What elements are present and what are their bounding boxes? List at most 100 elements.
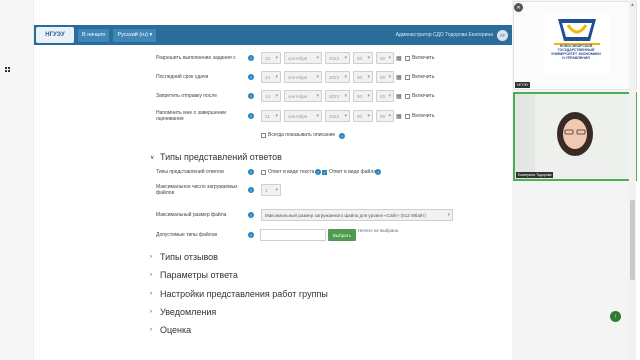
enable-checkbox[interactable] [405,113,410,119]
menu-toggle-icon[interactable] [4,66,10,72]
max-files-label: Максимальное число загружаемых файлов [156,184,238,196]
minute-select[interactable]: 00 [376,90,394,102]
day-select[interactable]: 10 [261,52,281,64]
hour-select[interactable]: 00 [353,52,373,64]
participant-tile-speaker[interactable]: Екатерина Тодорова [513,92,637,181]
accepted-types-label: Допустимые типы файлов [156,232,218,238]
chevron-right-icon: › [150,309,152,315]
submission-types-row: Типы представлений ответов ? Ответ в вид… [150,167,512,177]
text-submission-label: Ответ в виде текста [268,169,315,175]
month-select[interactable]: сентября [284,90,322,102]
section-title: Настройки представления работ группы [160,289,328,299]
hour-select[interactable]: 00 [353,90,373,102]
help-icon[interactable]: ? [248,212,254,218]
help-icon[interactable]: ? [248,74,254,80]
date-row-label: Запретить отправку после [156,93,217,99]
calendar-icon[interactable]: ▦ [396,113,402,120]
help-icon[interactable]: ? [248,169,254,175]
always-show-label: Всегда показывать описание [268,132,336,138]
calendar-icon[interactable]: ▦ [396,55,402,62]
month-select[interactable]: сентября [284,52,322,64]
calendar-icon[interactable]: ▦ [396,74,402,81]
help-icon[interactable]: ? [339,133,345,139]
file-submission-checkbox[interactable] [322,169,327,175]
date-row-allow-from: Разрешить выполнение задания с ? 10 сент… [150,51,512,65]
calendar-icon[interactable]: ▦ [396,93,402,100]
section-title: Типы представлений ответов [160,152,282,162]
speaker-video-icon [515,94,635,179]
year-select[interactable]: 2023 [325,71,350,83]
file-submission-label: Ответ в виде файла [329,169,377,175]
user-name[interactable]: Администратор СДО Тодорова Екатерина [396,32,493,38]
scrollbar[interactable]: ▲ [629,0,636,360]
help-icon[interactable]: ? [248,187,254,193]
scrollbar-thumb[interactable] [630,200,635,280]
avatar[interactable]: АТ [497,29,508,41]
enable-label: Включить [412,113,435,119]
day-select[interactable]: 14 [261,71,281,83]
home-button[interactable]: В начало [78,28,110,42]
section-submission-settings[interactable]: › Параметры ответа [150,270,238,280]
hour-select[interactable]: 00 [353,71,373,83]
choose-button[interactable]: Выбрать [328,229,356,241]
max-files-row: Максимальное число загружаемых файлов ? … [150,183,512,197]
year-select[interactable]: 2023 [325,110,350,122]
section-group-submission[interactable]: › Настройки представления работ группы [150,289,328,299]
section-title: Параметры ответа [160,270,238,280]
date-row-label: Разрешить выполнение задания с [156,55,236,61]
year-select[interactable]: 2023 [325,52,350,64]
help-icon[interactable]: ? [248,93,254,99]
chevron-right-icon: › [150,272,152,278]
max-size-select[interactable]: Максимальный размер загружаемого файла д… [261,209,453,221]
back-to-top-icon[interactable]: ↑ [610,311,621,322]
month-select[interactable]: сентября [284,110,322,122]
accepted-types-input[interactable] [260,229,326,241]
section-title: Уведомления [160,307,217,317]
language-menu[interactable]: Русский (ru) ▾ [113,28,157,42]
day-select[interactable]: 14 [261,90,281,102]
help-icon[interactable]: ? [248,55,254,61]
minute-select[interactable]: 00 [376,52,394,64]
section-notifications[interactable]: › Уведомления [150,307,216,317]
scroll-up-icon[interactable]: ▲ [629,2,636,8]
date-row-cutoff: Запретить отправку после ? 14 сентября 2… [150,89,512,103]
max-size-row: Максимальный размер файла ? Максимальный… [150,209,512,221]
help-icon[interactable]: ? [248,232,254,238]
section-submission-types[interactable]: ∨ Типы представлений ответов [150,152,282,162]
participant-tile-university[interactable]: НОВОСИБИРСКИЙ ГОСУДАРСТВЕННЫЙ УНИВЕРСИТЕ… [513,1,637,90]
enable-checkbox[interactable] [405,74,410,80]
enable-checkbox[interactable] [405,93,410,99]
year-select[interactable]: 2023 [325,90,350,102]
enable-label: Включить [412,74,435,80]
section-grade[interactable]: › Оценка [150,325,191,335]
text-submission-checkbox[interactable] [261,169,266,175]
date-row-remind: Напомнить мне о завершении оценивания ? … [150,108,512,124]
hour-select[interactable]: 00 [353,110,373,122]
always-show-checkbox[interactable] [261,133,266,138]
month-select[interactable]: сентября [284,71,322,83]
close-icon[interactable]: ✕ [514,3,523,12]
date-row-label: Напомнить мне о завершении оценивания [156,110,227,122]
chevron-right-icon: › [150,327,152,333]
chevron-down-icon: ∨ [150,154,155,161]
section-feedback-types[interactable]: › Типы отзывов [150,252,218,262]
enable-checkbox[interactable] [405,55,410,61]
enable-label: Включить [412,55,435,61]
max-size-label: Максимальный размер файла [156,212,227,218]
minute-select[interactable]: 00 [376,110,394,122]
date-row-due: Последний срок сдачи ? 14 сентября 2023 … [150,70,512,84]
assignment-settings-form: Разрешить выполнение задания с ? 10 сент… [150,46,512,360]
section-title: Типы отзывов [160,252,218,262]
site-logo[interactable]: НГУЭУ [36,27,74,43]
help-icon[interactable]: ? [315,169,321,175]
nothing-selected-text: Ничего не выбрано [358,228,399,233]
minute-select[interactable]: 00 [376,71,394,83]
day-select[interactable]: 21 [261,110,281,122]
max-files-select[interactable]: 1 [261,184,281,196]
help-icon[interactable]: ? [248,113,254,119]
section-title: Оценка [160,325,192,335]
date-row-label: Последний срок сдачи [156,74,209,80]
left-strip [0,0,34,360]
help-icon[interactable]: ? [375,169,381,175]
university-name-text: НОВОСИБИРСКИЙ ГОСУДАРСТВЕННЫЙ УНИВЕРСИТЕ… [551,44,601,60]
